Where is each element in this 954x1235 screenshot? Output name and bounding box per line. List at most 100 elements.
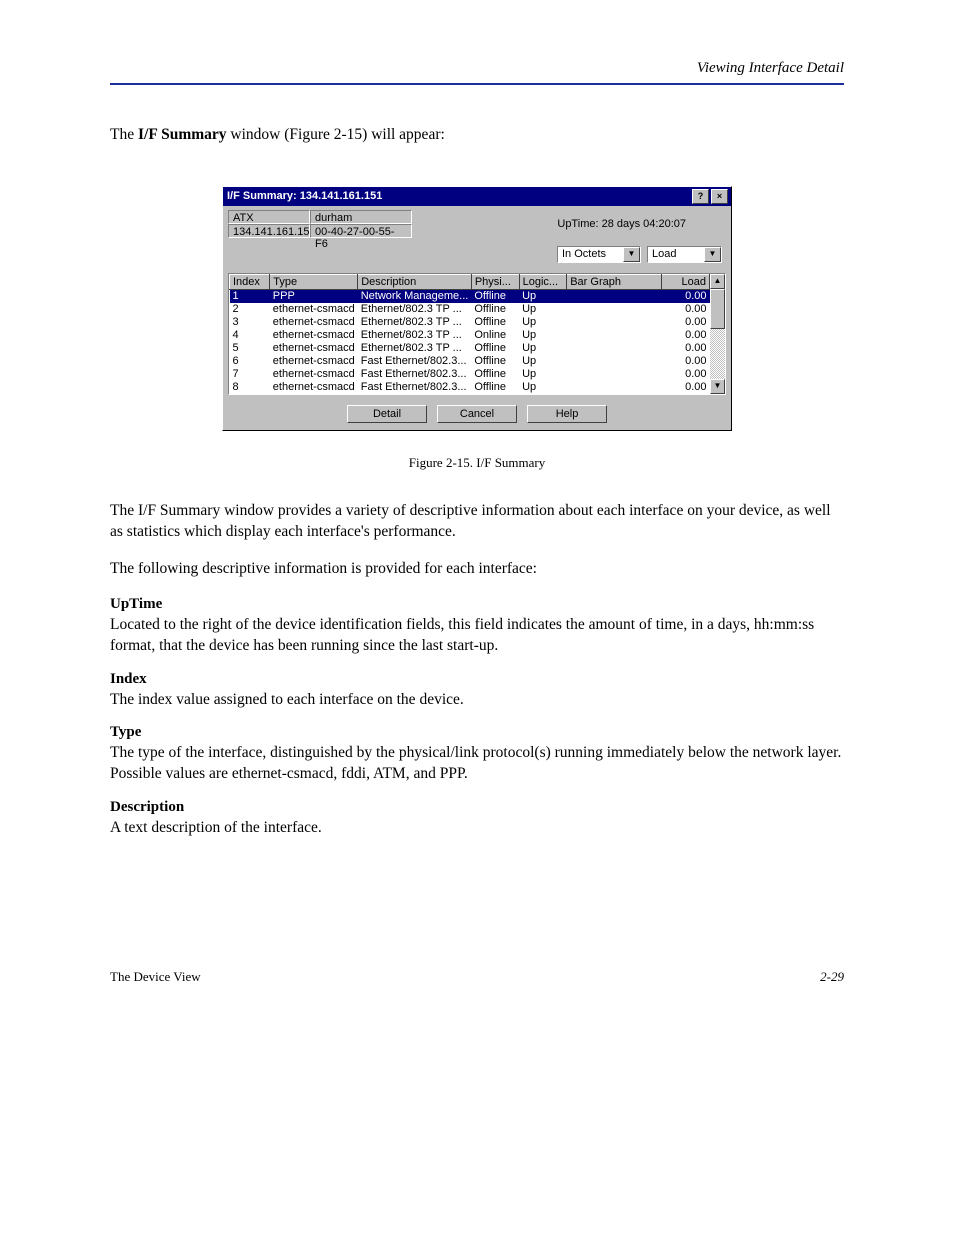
cell-load: 0.00 <box>662 303 710 316</box>
cell-desc: Ethernet/802.3 TP ... <box>358 303 472 316</box>
def-desc-label: Description <box>110 799 844 816</box>
cell-log: Up <box>519 342 567 355</box>
scroll-down-icon[interactable]: ▼ <box>710 379 725 394</box>
col-load[interactable]: Load <box>662 274 710 289</box>
field-definitions: UpTime Located to the right of the devic… <box>110 596 844 840</box>
cell-bar <box>567 381 662 394</box>
device-host-field: durham <box>310 210 412 224</box>
chevron-down-icon: ▼ <box>623 247 640 262</box>
cell-bar <box>567 368 662 381</box>
cell-type: ethernet-csmacd <box>270 329 358 342</box>
uptime-label: UpTime: 28 days 04:20:07 <box>557 218 726 230</box>
cell-desc: Fast Ethernet/802.3... <box>358 368 472 381</box>
help-button[interactable]: Help <box>527 405 607 423</box>
breadcrumb: Viewing Interface Detail <box>110 60 844 77</box>
scroll-thumb[interactable] <box>710 289 725 329</box>
cell-phys: Offline <box>471 381 519 394</box>
table-row[interactable]: 8ethernet-csmacdFast Ethernet/802.3...Of… <box>230 381 710 394</box>
col-physical[interactable]: Physi... <box>471 274 519 289</box>
cell-desc: Fast Ethernet/802.3... <box>358 355 472 368</box>
cell-type: ethernet-csmacd <box>270 381 358 394</box>
cell-phys: Offline <box>471 355 519 368</box>
col-bargraph[interactable]: Bar Graph <box>567 274 662 289</box>
cell-phys: Offline <box>471 303 519 316</box>
col-description[interactable]: Description <box>358 274 472 289</box>
cell-phys: Offline <box>471 368 519 381</box>
mode-dropdown[interactable]: Load ▼ <box>647 246 722 263</box>
cell-desc: Ethernet/802.3 TP ... <box>358 342 472 355</box>
def-index-label: Index <box>110 671 844 688</box>
detail-button[interactable]: Detail <box>347 405 427 423</box>
table-row[interactable]: 5ethernet-csmacdEthernet/802.3 TP ...Off… <box>230 342 710 355</box>
close-icon[interactable]: × <box>711 189 728 204</box>
divider <box>110 83 844 85</box>
intro-prefix: The <box>110 126 138 143</box>
device-name-field: ATX <box>228 210 310 224</box>
cell-desc: Ethernet/802.3 TP ... <box>358 329 472 342</box>
cell-log: Up <box>519 316 567 329</box>
cell-index: 8 <box>230 381 270 394</box>
mode-dropdown-value: Load <box>648 247 704 262</box>
statistic-dropdown-value: In Octets <box>558 247 623 262</box>
cell-load: 0.00 <box>662 381 710 394</box>
scroll-track[interactable] <box>710 329 725 379</box>
cell-type: ethernet-csmacd <box>270 342 358 355</box>
footer-right: 2-29 <box>820 969 844 985</box>
cell-log: Up <box>519 381 567 394</box>
page-footer: The Device View 2-29 <box>110 969 844 985</box>
intro-suffix: window (Figure 2-15) will appear: <box>227 126 445 143</box>
cell-log: Up <box>519 303 567 316</box>
cell-index: 4 <box>230 329 270 342</box>
cell-type: ethernet-csmacd <box>270 316 358 329</box>
table-row[interactable]: 6ethernet-csmacdFast Ethernet/802.3...Of… <box>230 355 710 368</box>
cell-bar <box>567 303 662 316</box>
statistic-dropdown[interactable]: In Octets ▼ <box>557 246 641 263</box>
table-row[interactable]: 3ethernet-csmacdEthernet/802.3 TP ...Off… <box>230 316 710 329</box>
cell-log: Up <box>519 368 567 381</box>
cell-index: 1 <box>230 289 270 303</box>
table-row[interactable]: 4ethernet-csmacdEthernet/802.3 TP ...Onl… <box>230 329 710 342</box>
col-index[interactable]: Index <box>230 274 270 289</box>
cell-index: 3 <box>230 316 270 329</box>
device-mac-field: 00-40-27-00-55-F6 <box>310 224 412 238</box>
cell-type: PPP <box>270 289 358 303</box>
cell-load: 0.00 <box>662 289 710 303</box>
if-summary-dialog: I/F Summary: 134.141.161.151 ? × ATX 134… <box>222 186 732 431</box>
cell-phys: Offline <box>471 289 519 303</box>
scrollbar[interactable]: ▲ ▼ <box>710 274 725 394</box>
cell-phys: Online <box>471 329 519 342</box>
table-row[interactable]: 2ethernet-csmacdEthernet/802.3 TP ...Off… <box>230 303 710 316</box>
col-logical[interactable]: Logic... <box>519 274 567 289</box>
table-row[interactable]: 1PPPNetwork Manageme...OfflineUp0.00 <box>230 289 710 303</box>
scroll-up-icon[interactable]: ▲ <box>710 274 725 289</box>
footer-left: The Device View <box>110 969 201 985</box>
def-uptime-body: Located to the right of the device ident… <box>110 615 844 657</box>
intro-text: The I/F Summary window (Figure 2-15) wil… <box>110 125 844 146</box>
def-desc-body: A text description of the interface. <box>110 818 844 839</box>
cell-bar <box>567 342 662 355</box>
chevron-down-icon: ▼ <box>704 247 721 262</box>
cell-bar <box>567 289 662 303</box>
window-title: I/F Summary: 134.141.161.151 <box>227 190 690 202</box>
titlebar: I/F Summary: 134.141.161.151 ? × <box>223 187 731 206</box>
col-type[interactable]: Type <box>270 274 358 289</box>
table-row[interactable]: 7ethernet-csmacdFast Ethernet/802.3...Of… <box>230 368 710 381</box>
device-ip-field: 134.141.161.151 <box>228 224 310 238</box>
cell-desc: Ethernet/802.3 TP ... <box>358 316 472 329</box>
interface-table: Index Type Description Physi... Logic...… <box>229 274 710 394</box>
cell-index: 7 <box>230 368 270 381</box>
help-icon[interactable]: ? <box>692 189 709 204</box>
cell-load: 0.00 <box>662 342 710 355</box>
cancel-button[interactable]: Cancel <box>437 405 517 423</box>
cell-load: 0.00 <box>662 316 710 329</box>
cell-load: 0.00 <box>662 355 710 368</box>
table-header-row: Index Type Description Physi... Logic...… <box>230 274 710 289</box>
body-paragraph-2: The following descriptive information is… <box>110 559 844 580</box>
cell-index: 2 <box>230 303 270 316</box>
figure-caption: Figure 2-15. I/F Summary <box>110 455 844 471</box>
cell-phys: Offline <box>471 316 519 329</box>
cell-load: 0.00 <box>662 329 710 342</box>
cell-load: 0.00 <box>662 368 710 381</box>
cell-bar <box>567 329 662 342</box>
cell-bar <box>567 355 662 368</box>
